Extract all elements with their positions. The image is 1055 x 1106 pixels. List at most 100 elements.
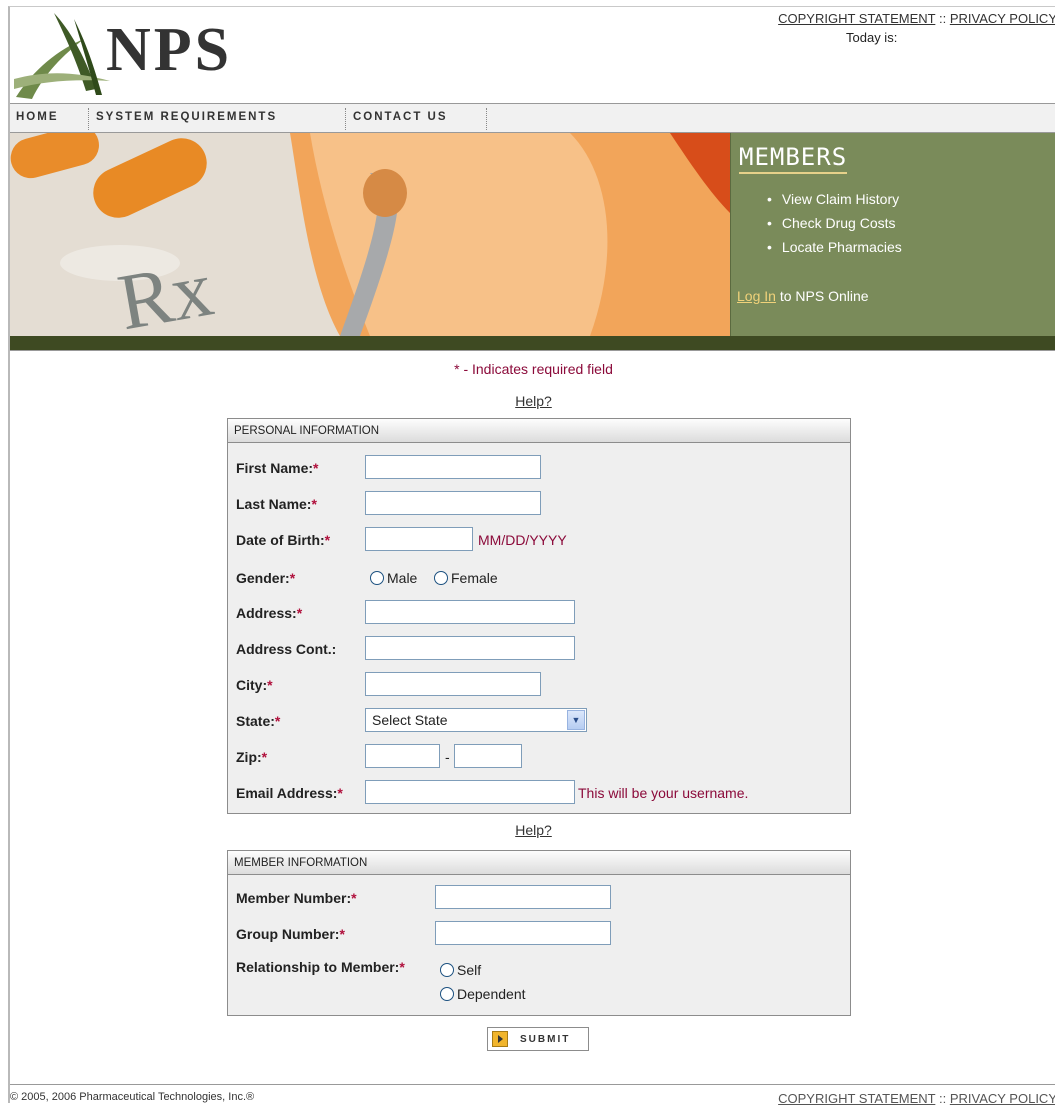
address-cont-label: Address Cont.: bbox=[236, 641, 337, 657]
chevron-down-icon[interactable]: ▼ bbox=[567, 710, 585, 730]
leaf-logo-icon bbox=[14, 13, 110, 99]
nav-separator bbox=[345, 108, 346, 130]
address-row: Address:* bbox=[228, 600, 850, 626]
personal-info-title: PERSONAL INFORMATION bbox=[228, 419, 850, 443]
gender-row: Gender:* Male Female bbox=[228, 565, 850, 591]
address-label: Address:* bbox=[236, 605, 303, 621]
help-line: Help? bbox=[10, 822, 1055, 838]
member-number-label: Member Number:* bbox=[236, 890, 357, 906]
footer-copyright-link[interactable]: COPYRIGHT STATEMENT bbox=[778, 1091, 935, 1106]
state-row: State:* Select State ▼ bbox=[228, 708, 850, 734]
member-info-panel: MEMBER INFORMATION Member Number:* Group… bbox=[227, 850, 851, 1016]
link-separator: :: bbox=[938, 1091, 947, 1106]
state-select[interactable]: Select State ▼ bbox=[365, 708, 587, 732]
footer-links: COPYRIGHT STATEMENT :: PRIVACY POLICY bbox=[778, 1091, 1055, 1106]
personal-info-panel: PERSONAL INFORMATION First Name:* Last N… bbox=[227, 418, 851, 814]
city-input[interactable] bbox=[365, 672, 541, 696]
rx-banner-image: Rx bbox=[10, 133, 730, 336]
dob-input[interactable] bbox=[365, 527, 473, 551]
city-label: City:* bbox=[236, 677, 273, 693]
divider-bar bbox=[10, 336, 1055, 351]
zip-input[interactable] bbox=[365, 744, 440, 768]
svg-text:Rx: Rx bbox=[112, 244, 219, 336]
radio-circle-icon bbox=[440, 987, 454, 1001]
address-cont-input[interactable] bbox=[365, 636, 575, 660]
group-number-label: Group Number:* bbox=[236, 926, 345, 942]
first-name-input[interactable] bbox=[365, 455, 541, 479]
member-number-row: Member Number:* bbox=[228, 885, 850, 911]
group-number-row: Group Number:* bbox=[228, 921, 850, 947]
help-link[interactable]: Help? bbox=[515, 393, 552, 409]
members-list-item: View Claim History bbox=[767, 189, 902, 213]
members-list-item: Check Drug Costs bbox=[767, 213, 902, 237]
zip-row: Zip:* - bbox=[228, 744, 850, 770]
last-name-label: Last Name:* bbox=[236, 496, 317, 512]
gender-male-radio[interactable]: Male bbox=[370, 570, 417, 586]
members-panel: MEMBERS View Claim History Check Drug Co… bbox=[730, 133, 1055, 336]
page-frame: NPS COPYRIGHT STATEMENT :: PRIVACY POLIC… bbox=[8, 6, 1055, 1106]
nav-separator bbox=[486, 108, 487, 130]
gender-female-radio[interactable]: Female bbox=[434, 570, 498, 586]
member-number-input[interactable] bbox=[435, 885, 611, 909]
members-title: MEMBERS bbox=[739, 143, 848, 174]
email-input[interactable] bbox=[365, 780, 575, 804]
help-line: Help? bbox=[10, 393, 1055, 409]
email-hint: This will be your username. bbox=[578, 785, 749, 801]
footer-copyright: © 2005, 2006 Pharmaceutical Technologies… bbox=[10, 1091, 255, 1103]
today-label: Today is: bbox=[846, 30, 898, 45]
relationship-row: Relationship to Member:* Self Dependent bbox=[228, 954, 850, 1014]
footer: © 2005, 2006 Pharmaceutical Technologies… bbox=[10, 1084, 1055, 1106]
login-link[interactable]: Log In bbox=[737, 288, 776, 304]
top-links: COPYRIGHT STATEMENT :: PRIVACY POLICY bbox=[778, 11, 1055, 26]
header: NPS COPYRIGHT STATEMENT :: PRIVACY POLIC… bbox=[10, 7, 1055, 103]
help-link[interactable]: Help? bbox=[515, 822, 552, 838]
zip-dash: - bbox=[445, 749, 450, 765]
radio-circle-icon bbox=[434, 571, 448, 585]
login-suffix: to NPS Online bbox=[779, 288, 869, 304]
copyright-link[interactable]: COPYRIGHT STATEMENT bbox=[778, 11, 935, 26]
first-name-label: First Name:* bbox=[236, 460, 319, 476]
last-name-input[interactable] bbox=[365, 491, 541, 515]
required-note: * - Indicates required field bbox=[454, 361, 613, 377]
nps-logo[interactable]: NPS bbox=[14, 9, 314, 101]
radio-circle-icon bbox=[370, 571, 384, 585]
state-select-value: Select State bbox=[372, 712, 448, 728]
logo-text: NPS bbox=[106, 16, 233, 84]
link-separator: :: bbox=[938, 11, 947, 26]
relationship-dependent-radio[interactable]: Dependent bbox=[440, 986, 526, 1002]
zip-ext-input[interactable] bbox=[454, 744, 522, 768]
arrow-right-icon bbox=[492, 1031, 508, 1047]
top-nav: HOME SYSTEM REQUIREMENTS CONTACT US bbox=[10, 103, 1055, 133]
relationship-label: Relationship to Member:* bbox=[236, 959, 405, 975]
nav-contact-us[interactable]: CONTACT US bbox=[353, 111, 448, 123]
dob-row: Date of Birth:* MM/DD/YYYY bbox=[228, 527, 850, 553]
email-label: Email Address:* bbox=[236, 785, 343, 801]
nav-separator bbox=[88, 108, 89, 130]
members-list: View Claim History Check Drug Costs Loca… bbox=[767, 189, 902, 261]
members-list-item: Locate Pharmacies bbox=[767, 237, 902, 261]
relationship-self-radio[interactable]: Self bbox=[440, 962, 481, 978]
gender-label: Gender:* bbox=[236, 570, 296, 586]
submit-button[interactable]: SUBMIT bbox=[487, 1027, 589, 1051]
dob-label: Date of Birth:* bbox=[236, 532, 331, 548]
address-cont-row: Address Cont.: bbox=[228, 636, 850, 662]
last-name-row: Last Name:* bbox=[228, 491, 850, 517]
login-line: Log In to NPS Online bbox=[737, 288, 869, 304]
radio-circle-icon bbox=[440, 963, 454, 977]
nav-system-requirements[interactable]: SYSTEM REQUIREMENTS bbox=[96, 111, 277, 123]
footer-privacy-link[interactable]: PRIVACY POLICY bbox=[950, 1091, 1055, 1106]
group-number-input[interactable] bbox=[435, 921, 611, 945]
submit-label: SUBMIT bbox=[520, 1034, 571, 1045]
member-info-title: MEMBER INFORMATION bbox=[228, 851, 850, 875]
zip-label: Zip:* bbox=[236, 749, 268, 765]
nav-home[interactable]: HOME bbox=[16, 111, 59, 123]
rx-photo-icon: Rx bbox=[10, 133, 730, 336]
first-name-row: First Name:* bbox=[228, 455, 850, 481]
dob-format-hint: MM/DD/YYYY bbox=[478, 532, 567, 548]
email-row: Email Address:* This will be your userna… bbox=[228, 780, 850, 806]
privacy-link[interactable]: PRIVACY POLICY bbox=[950, 11, 1055, 26]
state-label: State:* bbox=[236, 713, 281, 729]
hero-banner: Rx MEMBERS View Claim History Check Drug… bbox=[10, 133, 1055, 336]
address-input[interactable] bbox=[365, 600, 575, 624]
city-row: City:* bbox=[228, 672, 850, 698]
